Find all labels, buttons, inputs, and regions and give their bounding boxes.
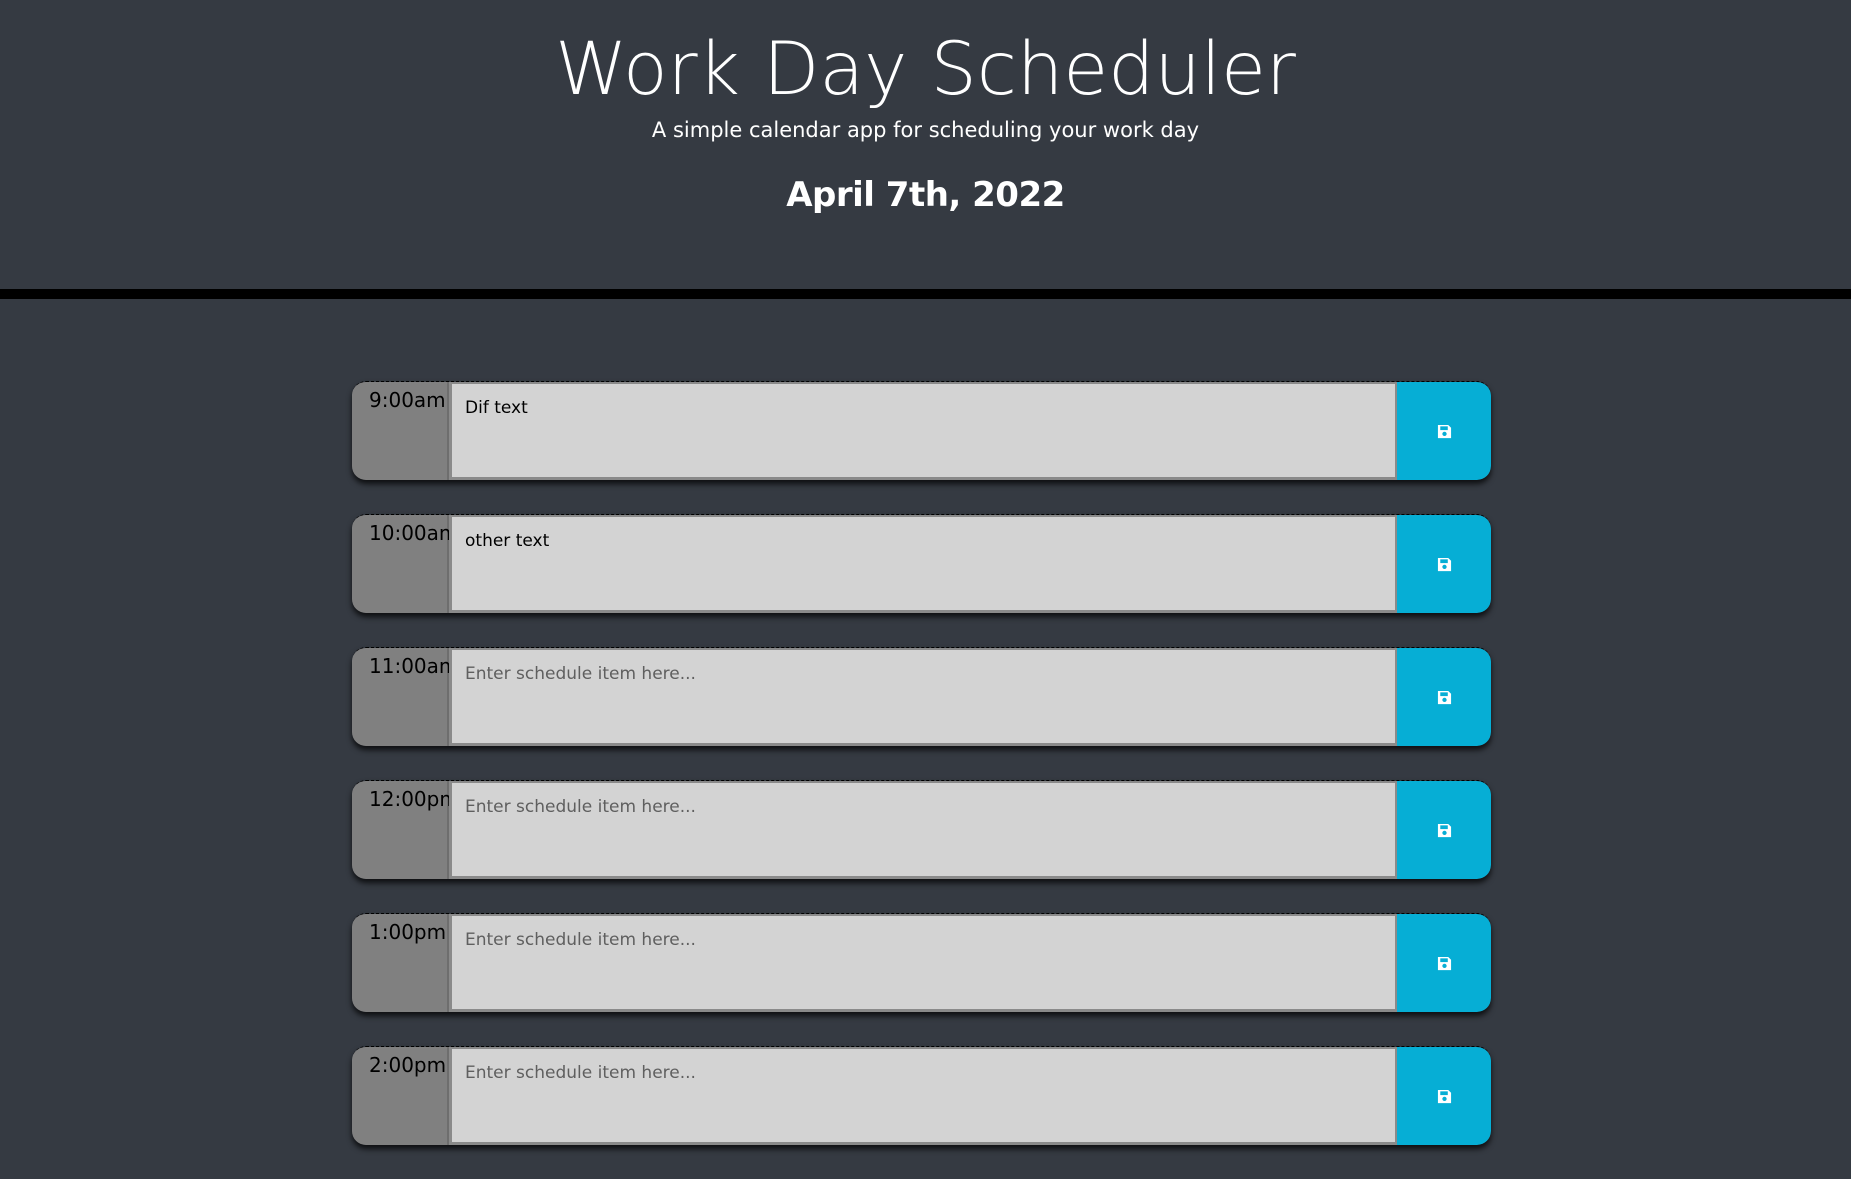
time-block: 12:00pm <box>352 780 1491 879</box>
hour-label: 10:00am <box>352 515 458 613</box>
hour-label: 12:00pm <box>352 781 459 879</box>
schedule-item-input[interactable] <box>449 1047 1397 1145</box>
schedule-item-input[interactable]: other text <box>449 515 1397 613</box>
floppy-disk-icon <box>1437 1089 1451 1103</box>
header: Work Day Scheduler A simple calendar app… <box>0 0 1851 299</box>
save-button[interactable] <box>1397 914 1491 1012</box>
save-button[interactable] <box>1397 648 1491 746</box>
floppy-disk-icon <box>1437 557 1451 571</box>
save-button[interactable] <box>1397 781 1491 879</box>
floppy-disk-icon <box>1437 823 1451 837</box>
save-button[interactable] <box>1397 1047 1491 1145</box>
hour-label: 2:00pm <box>352 1047 449 1145</box>
time-block: 2:00pm <box>352 1046 1491 1145</box>
schedule-item-input[interactable] <box>449 914 1397 1012</box>
time-block: 10:00am other text <box>352 514 1491 613</box>
floppy-disk-icon <box>1437 690 1451 704</box>
floppy-disk-icon <box>1437 956 1451 970</box>
hour-label: 11:00am <box>352 648 458 746</box>
hour-label: 9:00am <box>352 382 449 480</box>
floppy-disk-icon <box>1437 424 1451 438</box>
save-button[interactable] <box>1397 382 1491 480</box>
schedule-item-input[interactable]: Dif text <box>449 382 1397 480</box>
schedule-item-input[interactable] <box>449 648 1397 746</box>
time-block: 1:00pm <box>352 913 1491 1012</box>
save-button[interactable] <box>1397 515 1491 613</box>
page-subtitle: A simple calendar app for scheduling you… <box>651 118 1200 142</box>
current-date: April 7th, 2022 <box>786 175 1065 215</box>
schedule-item-input[interactable] <box>449 781 1397 879</box>
page-title: Work Day Scheduler <box>555 27 1296 112</box>
schedule-container: 9:00am Dif text 10:00am other text 11:00… <box>352 381 1491 1179</box>
time-block: 11:00am <box>352 647 1491 746</box>
time-block: 9:00am Dif text <box>352 381 1491 480</box>
hour-label: 1:00pm <box>352 914 449 1012</box>
